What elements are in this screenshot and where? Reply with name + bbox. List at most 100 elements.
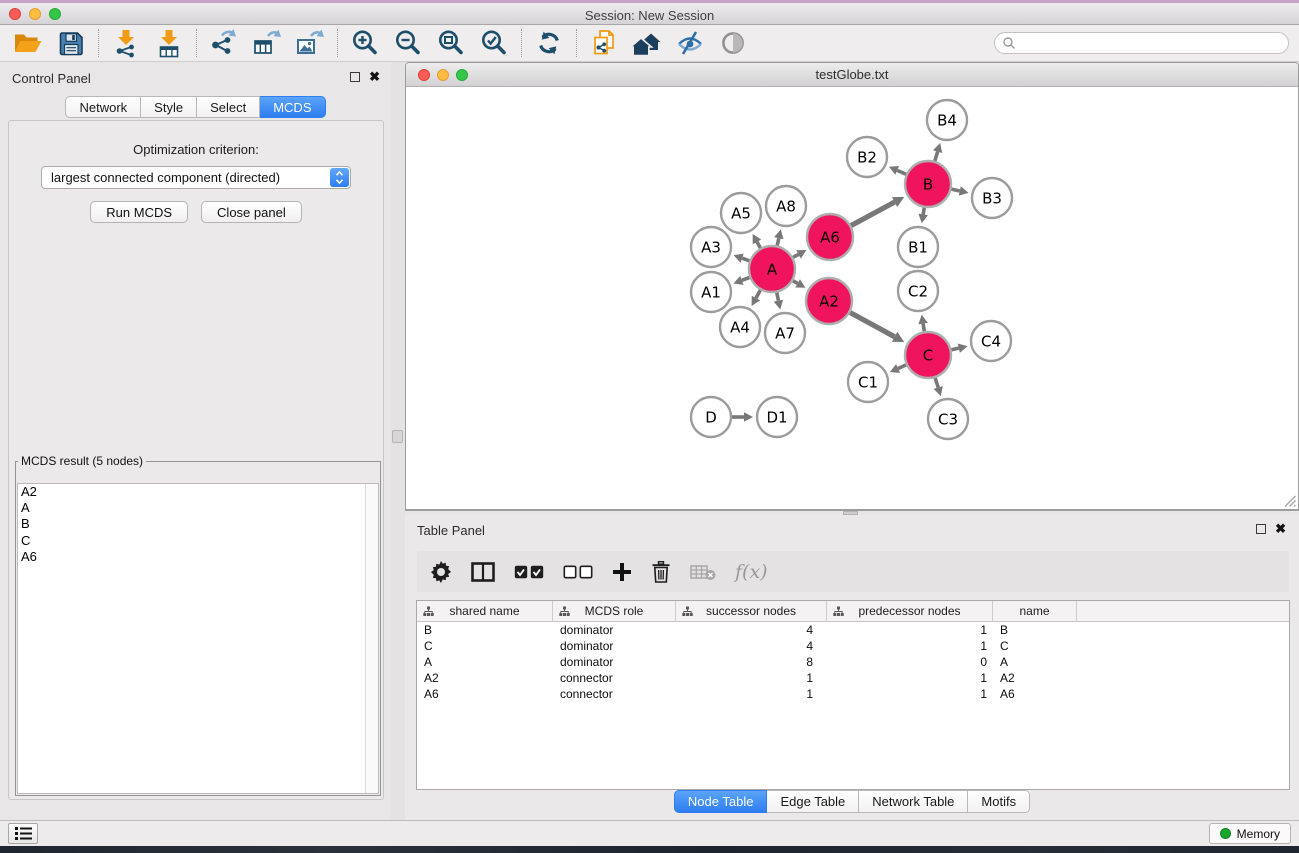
memory-button[interactable]: Memory xyxy=(1209,823,1291,844)
mcds-result-item[interactable]: C xyxy=(18,533,378,549)
graph-edge-A-A3[interactable] xyxy=(734,254,750,263)
refresh-button[interactable] xyxy=(531,27,567,59)
tab-network[interactable]: Network xyxy=(65,96,141,118)
task-history-button[interactable] xyxy=(8,823,38,844)
graph-edge-B-B4[interactable] xyxy=(933,143,942,161)
graph-node-C[interactable]: C xyxy=(905,332,951,378)
save-session-button[interactable] xyxy=(53,27,89,59)
column-header-shared-name[interactable]: shared name xyxy=(417,601,553,622)
graph-node-A6[interactable]: A6 xyxy=(807,214,853,260)
graph-node-C1[interactable]: C1 xyxy=(848,362,888,402)
table-row[interactable]: Cdominator41C xyxy=(417,638,1289,654)
export-network-button[interactable] xyxy=(206,27,242,59)
tab-style[interactable]: Style xyxy=(141,96,197,118)
split-view-button[interactable] xyxy=(471,562,495,582)
graph-edge-A6-B[interactable] xyxy=(851,197,904,226)
network-overview-button[interactable] xyxy=(629,27,665,59)
zoom-out-button[interactable] xyxy=(390,27,426,59)
table-settings-button[interactable] xyxy=(430,561,452,583)
scrollbar-track[interactable] xyxy=(365,484,378,793)
graph-edge-B-B2[interactable] xyxy=(889,166,906,175)
mcds-result-item[interactable]: B xyxy=(18,516,378,532)
graph-node-A4[interactable]: A4 xyxy=(720,307,760,347)
table-row[interactable]: Adominator80A xyxy=(417,654,1289,670)
close-panel-button[interactable]: Close panel xyxy=(201,201,302,223)
network-canvas[interactable]: AA1A2A3A4A5A6A7A8BB1B2B3B4CC1C2C3C4DD1 xyxy=(406,87,1298,509)
graph-edge-A-A7[interactable] xyxy=(774,293,783,310)
column-header-predecessor-nodes[interactable]: predecessor nodes xyxy=(827,601,993,622)
graph-node-B1[interactable]: B1 xyxy=(898,227,938,267)
graph-node-C2[interactable]: C2 xyxy=(898,271,938,311)
graph-edge-A-A1[interactable] xyxy=(733,276,749,285)
graph-edge-A-A6[interactable] xyxy=(793,250,806,259)
graph-edge-C-C4[interactable] xyxy=(951,343,967,352)
graph-edge-A-A2[interactable] xyxy=(793,279,806,288)
graph-node-D1[interactable]: D1 xyxy=(757,397,797,437)
show-all-button[interactable] xyxy=(715,27,751,59)
graph-node-A5[interactable]: A5 xyxy=(721,193,761,233)
float-panel-icon[interactable] xyxy=(350,72,360,82)
hide-selected-button[interactable] xyxy=(672,27,708,59)
run-mcds-button[interactable]: Run MCDS xyxy=(90,201,188,223)
column-header-name[interactable]: name xyxy=(993,601,1077,622)
import-table-button[interactable] xyxy=(151,27,187,59)
zoom-in-button[interactable] xyxy=(347,27,383,59)
graph-node-A1[interactable]: A1 xyxy=(691,272,731,312)
mcds-result-item[interactable]: A2 xyxy=(18,484,378,500)
graph-edge-C-C2[interactable] xyxy=(918,315,927,332)
tab-edge-table[interactable]: Edge Table xyxy=(767,790,859,813)
mcds-result-list[interactable]: A2ABCA6 xyxy=(17,483,379,794)
tab-node-table[interactable]: Node Table xyxy=(674,790,768,813)
delete-column-button[interactable] xyxy=(651,561,671,583)
graph-node-B3[interactable]: B3 xyxy=(972,178,1012,218)
splitter-handle[interactable] xyxy=(392,430,403,443)
column-header-mcds-role[interactable]: MCDS role xyxy=(553,601,676,622)
criterion-dropdown[interactable]: largest connected component (directed) xyxy=(41,166,351,189)
mcds-result-item[interactable]: A xyxy=(18,500,378,516)
table-row[interactable]: A2connector11A2 xyxy=(417,670,1289,686)
mcds-result-item[interactable]: A6 xyxy=(18,549,378,565)
graph-edge-A2-C[interactable] xyxy=(850,312,904,342)
tab-motifs[interactable]: Motifs xyxy=(968,790,1030,813)
search-input[interactable] xyxy=(1020,34,1288,52)
export-image-button[interactable] xyxy=(292,27,328,59)
zoom-selected-button[interactable] xyxy=(476,27,512,59)
graph-edge-D-D1[interactable] xyxy=(732,412,753,422)
graph-edge-B-B1[interactable] xyxy=(918,208,927,224)
tab-mcds[interactable]: MCDS xyxy=(260,96,325,118)
deselect-all-button[interactable] xyxy=(563,565,593,579)
graph-edge-A-A8[interactable] xyxy=(774,229,783,245)
graph-node-C3[interactable]: C3 xyxy=(928,399,968,439)
graph-node-B[interactable]: B xyxy=(905,161,951,207)
graph-edge-B-B3[interactable] xyxy=(951,186,968,195)
tab-select[interactable]: Select xyxy=(197,96,260,118)
close-panel-icon[interactable]: ✖ xyxy=(1275,523,1286,535)
graph-node-A[interactable]: A xyxy=(749,246,795,292)
new-network-from-selection-button[interactable] xyxy=(586,27,622,59)
delete-table-button[interactable] xyxy=(690,563,716,581)
open-session-button[interactable] xyxy=(10,27,46,59)
function-builder-button[interactable]: f(x) xyxy=(735,561,768,583)
graph-node-B2[interactable]: B2 xyxy=(847,137,887,177)
graph-node-A7[interactable]: A7 xyxy=(765,313,805,353)
add-column-button[interactable] xyxy=(612,562,632,582)
export-table-button[interactable] xyxy=(249,27,285,59)
vertical-splitter[interactable] xyxy=(391,62,405,820)
graph-node-A8[interactable]: A8 xyxy=(766,186,806,226)
float-panel-icon[interactable] xyxy=(1256,524,1266,534)
search-box[interactable] xyxy=(994,32,1289,54)
select-all-button[interactable] xyxy=(514,565,544,579)
graph-edge-A-A5[interactable] xyxy=(753,234,762,248)
graph-edge-C-C1[interactable] xyxy=(890,364,906,373)
graph-node-C4[interactable]: C4 xyxy=(971,321,1011,361)
tab-network-table[interactable]: Network Table xyxy=(859,790,968,813)
column-header-successor-nodes[interactable]: successor nodes xyxy=(676,601,827,622)
graph-node-A3[interactable]: A3 xyxy=(691,227,731,267)
table-row[interactable]: A6connector11A6 xyxy=(417,686,1289,702)
graph-edge-C-C3[interactable] xyxy=(934,378,943,396)
graph-node-B4[interactable]: B4 xyxy=(927,100,967,140)
zoom-fit-button[interactable] xyxy=(433,27,469,59)
graph-edge-A-A4[interactable] xyxy=(752,290,761,306)
import-network-button[interactable] xyxy=(108,27,144,59)
close-panel-icon[interactable]: ✖ xyxy=(369,71,380,83)
